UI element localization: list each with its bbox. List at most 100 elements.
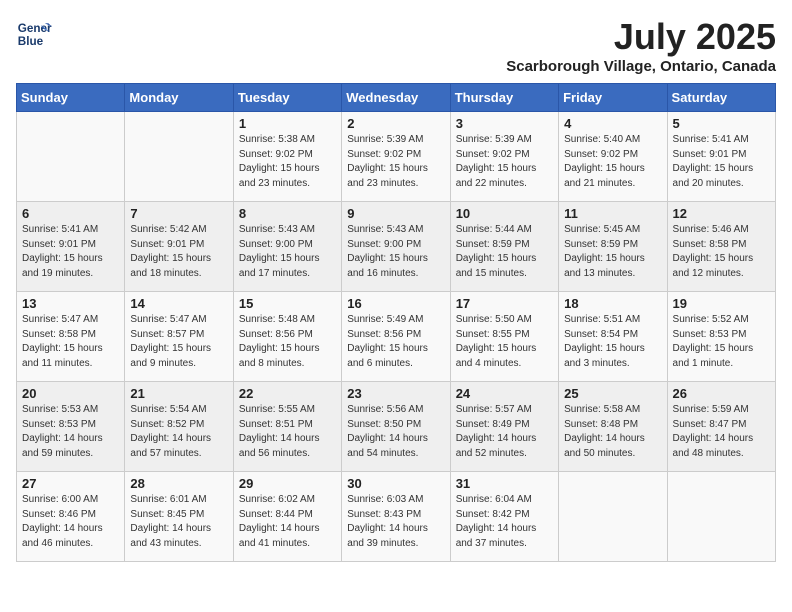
svg-text:Blue: Blue xyxy=(18,35,44,48)
table-row: 31Sunrise: 6:04 AMSunset: 8:42 PMDayligh… xyxy=(450,472,558,562)
day-info: Sunrise: 5:59 AMSunset: 8:47 PMDaylight:… xyxy=(673,403,770,461)
day-info: Sunrise: 5:46 AMSunset: 8:58 PMDaylight:… xyxy=(673,223,770,281)
day-number: 3 xyxy=(456,116,553,131)
day-number: 21 xyxy=(130,386,227,401)
day-number: 17 xyxy=(456,296,553,311)
header-saturday: Saturday xyxy=(667,84,775,112)
header-friday: Friday xyxy=(559,84,667,112)
table-row: 13 Sunrise: 5:47 AMSunset: 8:58 PMDayligh… xyxy=(17,292,125,382)
location-subtitle: Scarborough Village, Ontario, Canada xyxy=(506,58,776,75)
day-info: Sunrise: 5:47 AMSunset: 8:57 PMDaylight:… xyxy=(130,313,227,371)
table-row: 7 Sunrise: 5:42 AMSunset: 9:01 PMDaylight… xyxy=(125,202,233,292)
table-row: 26Sunrise: 5:59 AMSunset: 8:47 PMDayligh… xyxy=(667,382,775,472)
table-row xyxy=(125,112,233,202)
day-info: Sunrise: 6:03 AMSunset: 8:43 PMDaylight:… xyxy=(347,493,444,551)
day-info: Sunrise: 5:43 AMSunset: 9:00 PMDaylight:… xyxy=(239,223,336,281)
header: General Blue July 2025 Scarborough Villa… xyxy=(16,16,776,75)
table-row: 2Sunrise: 5:39 AMSunset: 9:02 PMDaylight… xyxy=(342,112,450,202)
day-number: 24 xyxy=(456,386,553,401)
table-row: 25Sunrise: 5:58 AMSunset: 8:48 PMDayligh… xyxy=(559,382,667,472)
month-year-title: July 2025 xyxy=(506,16,776,58)
day-info: Sunrise: 6:02 AMSunset: 8:44 PMDaylight:… xyxy=(239,493,336,551)
day-info: Sunrise: 5:56 AMSunset: 8:50 PMDaylight:… xyxy=(347,403,444,461)
table-row: 5 Sunrise: 5:41 AMSunset: 9:01 PMDaylight… xyxy=(667,112,775,202)
calendar-week-row: 27 Sunrise: 6:00 AMSunset: 8:46 PMDayligh… xyxy=(17,472,776,562)
day-info: Sunrise: 5:42 AMSunset: 9:01 PMDaylight:… xyxy=(130,223,227,281)
table-row: 20Sunrise: 5:53 AMSunset: 8:53 PMDayligh… xyxy=(17,382,125,472)
day-info: Sunrise: 5:47 AMSunset: 8:58 PMDaylight:… xyxy=(22,313,119,371)
day-info: Sunrise: 5:51 AMSunset: 8:54 PMDaylight:… xyxy=(564,313,661,371)
day-info: Sunrise: 5:49 AMSunset: 8:56 PMDaylight:… xyxy=(347,313,444,371)
table-row: 27 Sunrise: 6:00 AMSunset: 8:46 PMDayligh… xyxy=(17,472,125,562)
table-row: 10Sunrise: 5:44 AMSunset: 8:59 PMDayligh… xyxy=(450,202,558,292)
day-number: 29 xyxy=(239,476,336,491)
day-number: 22 xyxy=(239,386,336,401)
day-info: Sunrise: 6:01 AMSunset: 8:45 PMDaylight:… xyxy=(130,493,227,551)
table-row: 22 Sunrise: 5:55 AMSunset: 8:51 PMDayligh… xyxy=(233,382,341,472)
logo-icon: General Blue xyxy=(16,16,52,52)
table-row: 16 Sunrise: 5:49 AMSunset: 8:56 PMDayligh… xyxy=(342,292,450,382)
table-row: 12 Sunrise: 5:46 AMSunset: 8:58 PMDayligh… xyxy=(667,202,775,292)
day-info: Sunrise: 5:41 AMSunset: 9:01 PMDaylight:… xyxy=(673,133,770,191)
day-number: 15 xyxy=(239,296,336,311)
calendar-header-row: Sunday Monday Tuesday Wednesday Thursday… xyxy=(17,84,776,112)
day-info: Sunrise: 5:50 AMSunset: 8:55 PMDaylight:… xyxy=(456,313,553,371)
day-number: 27 xyxy=(22,476,119,491)
day-number: 30 xyxy=(347,476,444,491)
day-number: 11 xyxy=(564,206,661,221)
day-number: 2 xyxy=(347,116,444,131)
day-info: Sunrise: 5:48 AMSunset: 8:56 PMDaylight:… xyxy=(239,313,336,371)
day-number: 14 xyxy=(130,296,227,311)
day-number: 19 xyxy=(673,296,770,311)
table-row: 23 Sunrise: 5:56 AMSunset: 8:50 PMDayligh… xyxy=(342,382,450,472)
header-thursday: Thursday xyxy=(450,84,558,112)
table-row: 9 Sunrise: 5:43 AMSunset: 9:00 PMDaylight… xyxy=(342,202,450,292)
day-number: 10 xyxy=(456,206,553,221)
day-number: 16 xyxy=(347,296,444,311)
day-number: 4 xyxy=(564,116,661,131)
day-info: Sunrise: 5:43 AMSunset: 9:00 PMDaylight:… xyxy=(347,223,444,281)
table-row xyxy=(559,472,667,562)
table-row: 11Sunrise: 5:45 AMSunset: 8:59 PMDayligh… xyxy=(559,202,667,292)
table-row xyxy=(17,112,125,202)
header-tuesday: Tuesday xyxy=(233,84,341,112)
title-block: July 2025 Scarborough Village, Ontario, … xyxy=(506,16,776,75)
table-row: 4 Sunrise: 5:40 AMSunset: 9:02 PMDaylight… xyxy=(559,112,667,202)
day-number: 8 xyxy=(239,206,336,221)
table-row: 29 Sunrise: 6:02 AMSunset: 8:44 PMDayligh… xyxy=(233,472,341,562)
table-row: 1 Sunrise: 5:38 AMSunset: 9:02 PMDaylight… xyxy=(233,112,341,202)
table-row: 8 Sunrise: 5:43 AMSunset: 9:00 PMDaylight… xyxy=(233,202,341,292)
day-number: 28 xyxy=(130,476,227,491)
table-row: 30 Sunrise: 6:03 AMSunset: 8:43 PMDayligh… xyxy=(342,472,450,562)
table-row: 21Sunrise: 5:54 AMSunset: 8:52 PMDayligh… xyxy=(125,382,233,472)
day-number: 23 xyxy=(347,386,444,401)
table-row xyxy=(667,472,775,562)
table-row: 3Sunrise: 5:39 AMSunset: 9:02 PMDaylight… xyxy=(450,112,558,202)
day-info: Sunrise: 5:38 AMSunset: 9:02 PMDaylight:… xyxy=(239,133,336,191)
day-number: 9 xyxy=(347,206,444,221)
logo: General Blue xyxy=(16,16,52,52)
calendar-week-row: 13 Sunrise: 5:47 AMSunset: 8:58 PMDayligh… xyxy=(17,292,776,382)
table-row: 6Sunrise: 5:41 AMSunset: 9:01 PMDaylight… xyxy=(17,202,125,292)
table-row: 28 Sunrise: 6:01 AMSunset: 8:45 PMDayligh… xyxy=(125,472,233,562)
table-row: 19 Sunrise: 5:52 AMSunset: 8:53 PMDayligh… xyxy=(667,292,775,382)
day-number: 1 xyxy=(239,116,336,131)
header-sunday: Sunday xyxy=(17,84,125,112)
day-number: 13 xyxy=(22,296,119,311)
day-info: Sunrise: 5:55 AMSunset: 8:51 PMDaylight:… xyxy=(239,403,336,461)
day-info: Sunrise: 6:04 AMSunset: 8:42 PMDaylight:… xyxy=(456,493,553,551)
day-number: 18 xyxy=(564,296,661,311)
calendar-week-row: 1 Sunrise: 5:38 AMSunset: 9:02 PMDaylight… xyxy=(17,112,776,202)
day-number: 5 xyxy=(673,116,770,131)
calendar-table: Sunday Monday Tuesday Wednesday Thursday… xyxy=(16,83,776,562)
day-number: 12 xyxy=(673,206,770,221)
day-info: Sunrise: 5:52 AMSunset: 8:53 PMDaylight:… xyxy=(673,313,770,371)
day-info: Sunrise: 5:57 AMSunset: 8:49 PMDaylight:… xyxy=(456,403,553,461)
day-info: Sunrise: 5:40 AMSunset: 9:02 PMDaylight:… xyxy=(564,133,661,191)
day-number: 7 xyxy=(130,206,227,221)
day-info: Sunrise: 6:00 AMSunset: 8:46 PMDaylight:… xyxy=(22,493,119,551)
calendar-week-row: 20Sunrise: 5:53 AMSunset: 8:53 PMDayligh… xyxy=(17,382,776,472)
calendar-week-row: 6Sunrise: 5:41 AMSunset: 9:01 PMDaylight… xyxy=(17,202,776,292)
table-row: 14 Sunrise: 5:47 AMSunset: 8:57 PMDayligh… xyxy=(125,292,233,382)
day-info: Sunrise: 5:58 AMSunset: 8:48 PMDaylight:… xyxy=(564,403,661,461)
